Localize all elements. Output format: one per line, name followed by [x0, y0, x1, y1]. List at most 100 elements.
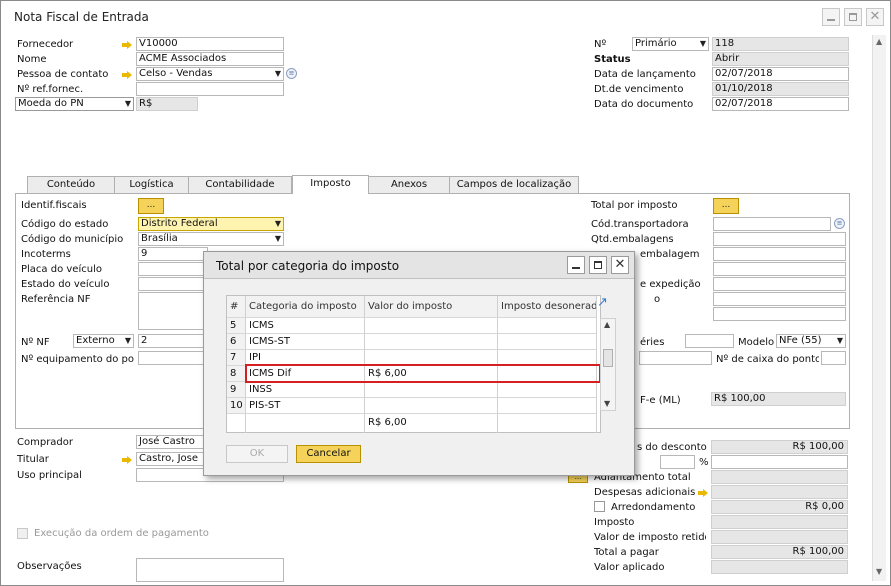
- maximize-icon: [594, 261, 602, 269]
- link-arrow-icon[interactable]: [122, 41, 132, 49]
- tab-imposto[interactable]: Imposto: [292, 175, 369, 194]
- categoria-cell[interactable]: PIS-ST: [246, 398, 365, 414]
- incoterms-field[interactable]: 9: [138, 247, 208, 261]
- categoria-cell[interactable]: ICMS: [246, 318, 365, 334]
- desconto-valor-field[interactable]: [711, 455, 848, 469]
- row-number: 9: [227, 382, 246, 398]
- tab-conteudo[interactable]: Conteúdo: [27, 176, 115, 193]
- column-header-valor[interactable]: Valor do imposto: [365, 296, 498, 318]
- field-row-5[interactable]: [713, 262, 846, 276]
- minimize-button[interactable]: [822, 8, 840, 26]
- link-arrow-icon[interactable]: [122, 456, 132, 464]
- codestado-select[interactable]: Distrito Federal: [138, 217, 284, 231]
- close-button[interactable]: ✕: [866, 8, 884, 26]
- expand-arrow-icon[interactable]: ↗: [597, 296, 611, 311]
- total-row-num: [227, 414, 246, 433]
- arredondamento-checkbox[interactable]: [594, 501, 605, 512]
- desonerado-cell[interactable]: [498, 382, 597, 398]
- transportadora-field[interactable]: [713, 217, 831, 231]
- valor-cell[interactable]: [365, 398, 498, 414]
- caixa-field[interactable]: [821, 351, 846, 365]
- titular-field[interactable]: Castro, Jose: [136, 452, 206, 466]
- embalagem-field[interactable]: [713, 247, 846, 261]
- lancamento-field[interactable]: 02/07/2018: [712, 67, 849, 81]
- identif-button[interactable]: ...: [138, 198, 164, 214]
- field-row-8[interactable]: [713, 307, 846, 321]
- link-arrow-icon[interactable]: [122, 71, 132, 79]
- codmunicipio-select[interactable]: Brasília: [138, 232, 284, 246]
- row-number: 5: [227, 318, 246, 334]
- valor-cell[interactable]: [365, 382, 498, 398]
- categoria-cell[interactable]: INSS: [246, 382, 365, 398]
- nome-field[interactable]: ACME Associados: [136, 52, 284, 66]
- maximize-button[interactable]: [844, 8, 862, 26]
- serie-select[interactable]: Primário: [632, 37, 709, 51]
- obs-label: Observações: [17, 561, 82, 572]
- ref-field[interactable]: [136, 82, 284, 96]
- scroll-up-icon[interactable]: ▲: [876, 37, 882, 46]
- comprador-label: Comprador: [17, 437, 74, 448]
- moeda-select[interactable]: Moeda do PN: [15, 97, 134, 111]
- total-field: R$ 100,00: [711, 545, 848, 559]
- estado-veiculo-field[interactable]: [138, 277, 208, 291]
- modelo-select[interactable]: NFe (55): [776, 334, 846, 348]
- qtd-emb-field[interactable]: [713, 232, 846, 246]
- contato-select[interactable]: Celso - Vendas: [136, 67, 284, 81]
- aplicado-label: Valor aplicado: [594, 562, 665, 573]
- desonerado-cell[interactable]: [498, 318, 597, 334]
- execucao-checkbox[interactable]: [17, 528, 28, 539]
- o-label: o: [654, 294, 661, 305]
- ok-button[interactable]: OK: [226, 445, 288, 463]
- categoria-cell[interactable]: ICMS-ST: [246, 334, 365, 350]
- nf-field[interactable]: 2: [138, 334, 208, 348]
- placa-field[interactable]: [138, 262, 208, 276]
- referencia-nf-field[interactable]: [138, 292, 208, 330]
- tab-anexos[interactable]: Anexos: [368, 176, 450, 193]
- arredondamento-label: Arredondamento: [611, 502, 696, 513]
- list-icon[interactable]: ≡: [834, 218, 845, 229]
- cancel-button[interactable]: Cancelar: [296, 445, 361, 463]
- comprador-field[interactable]: José Castro: [136, 435, 206, 449]
- documento-field[interactable]: 02/07/2018: [712, 97, 849, 111]
- dialog-minimize-button[interactable]: [567, 256, 585, 274]
- imposto-label: Imposto: [594, 517, 635, 528]
- scroll-down-icon[interactable]: ▼: [876, 567, 882, 576]
- percent-field[interactable]: [660, 455, 695, 469]
- total-imposto-label: Total por imposto: [591, 200, 678, 211]
- highlight-box: [245, 364, 601, 383]
- tab-contabilidade[interactable]: Contabilidade: [188, 176, 292, 193]
- equip-field[interactable]: [138, 351, 208, 365]
- scroll-down-icon[interactable]: ▼: [604, 399, 610, 408]
- column-header-desonerado[interactable]: Imposto desonerado: [498, 296, 597, 318]
- scroll-up-icon[interactable]: ▲: [604, 320, 610, 329]
- field-row-7[interactable]: [713, 292, 846, 306]
- desonerado-cell[interactable]: [498, 334, 597, 350]
- link-arrow-icon[interactable]: [698, 489, 708, 497]
- nfe-field: R$ 100,00: [711, 392, 846, 406]
- column-header-categoria[interactable]: Categoria do imposto: [246, 296, 365, 318]
- pdv-field[interactable]: [639, 351, 712, 365]
- desonerado-cell[interactable]: [498, 398, 597, 414]
- dialog-close-button[interactable]: ✕: [611, 256, 629, 274]
- tab-logistica[interactable]: Logística: [114, 176, 189, 193]
- fornecedor-field[interactable]: V10000: [136, 37, 284, 51]
- scroll-thumb[interactable]: [603, 349, 613, 367]
- retido-field: [711, 530, 848, 544]
- dialog-maximize-button[interactable]: [589, 256, 607, 274]
- valor-cell[interactable]: [365, 334, 498, 350]
- tab-campos-localizacao[interactable]: Campos de localização: [449, 176, 579, 193]
- transportadora-label: Cód.transportadora: [591, 219, 689, 230]
- series-field[interactable]: [685, 334, 734, 348]
- nf-type-select[interactable]: Externo: [73, 334, 134, 348]
- window-scrollbar[interactable]: ▲ ▼: [872, 35, 886, 581]
- obs-field[interactable]: [136, 558, 284, 582]
- vencimento-field: 01/10/2018: [712, 82, 849, 96]
- list-icon[interactable]: ≡: [286, 68, 297, 79]
- valor-cell[interactable]: [365, 318, 498, 334]
- expedicao-field[interactable]: [713, 277, 846, 291]
- grid-scrollbar[interactable]: ▲ ▼: [600, 318, 616, 411]
- series-label: éries: [640, 337, 665, 348]
- total-imposto-button[interactable]: ...: [713, 198, 739, 214]
- equip-label: Nº equipamento do ponto: [21, 354, 134, 365]
- desconto-field: R$ 100,00: [711, 440, 848, 454]
